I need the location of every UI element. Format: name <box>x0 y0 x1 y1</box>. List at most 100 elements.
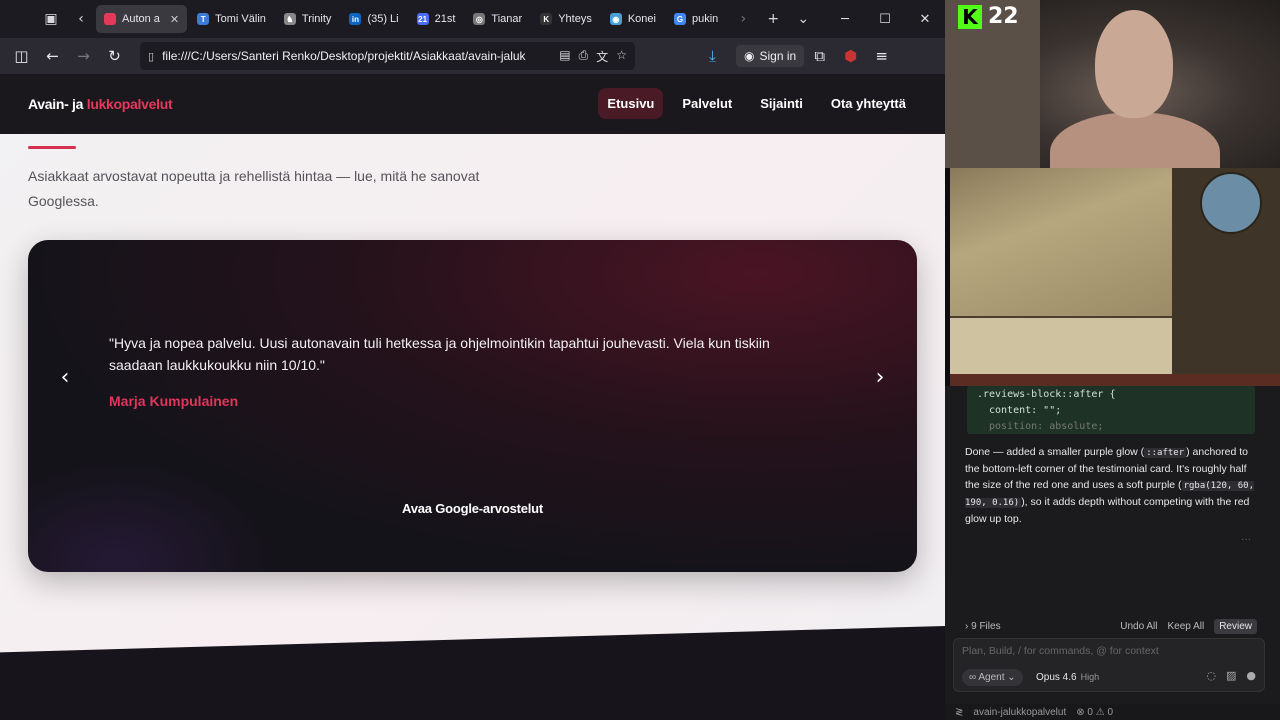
ublock-icon[interactable]: ⬢ <box>835 38 866 74</box>
undo-all-button[interactable]: Undo All <box>1120 621 1157 632</box>
site-logo[interactable]: Avain- ja lukkopalvelut <box>28 96 173 112</box>
game-minimap[interactable] <box>1200 172 1262 234</box>
extensions-icon[interactable]: ⧉ <box>804 38 835 74</box>
browser-tab[interactable]: ♞ Trinity <box>276 5 340 33</box>
url-bar-actions: ▤ ⎙ 文 ☆ <box>559 48 627 65</box>
tab-label: 21st <box>434 13 456 25</box>
site-nav-item[interactable]: Sijainti <box>751 88 812 119</box>
menu-icon[interactable]: ≡ <box>866 38 897 74</box>
context-icon[interactable]: ◌ <box>1206 669 1216 682</box>
site-nav: Etusivu Palvelut Sijainti Ota yhteyttä <box>598 88 915 119</box>
sidebar-icon[interactable]: ◫ <box>6 38 37 74</box>
tab-favicon-icon: 21 <box>416 13 429 25</box>
logo-prefix: Avain- ja <box>28 96 87 112</box>
reload-icon[interactable]: ↻ <box>99 38 130 74</box>
tab-favicon-icon: T <box>197 13 210 25</box>
image-attach-icon[interactable]: ▨ <box>1226 669 1236 682</box>
problems-count[interactable]: ⊗ 0 ⚠ 0 <box>1076 707 1113 718</box>
next-review-arrow-icon[interactable]: › <box>866 363 894 391</box>
tab-list: Auton a ✕ T Tomi Välin ♞ Trinity in (35) Li 21 21… <box>96 5 728 33</box>
remote-icon[interactable]: ≷ <box>955 707 963 718</box>
browser-tab[interactable]: Auton a ✕ <box>96 5 188 33</box>
browser-toolbar: ◫ ← → ↻ ▯ file:///C:/Users/Santeri Renko… <box>0 38 945 74</box>
tab-label: Auton a <box>122 13 160 25</box>
game-viewport[interactable] <box>950 168 1172 316</box>
tab-label: (35) Li <box>367 13 399 25</box>
sign-in-label: Sign in <box>759 49 797 63</box>
screen: ▣ ‹ Auton a ✕ T Tomi Välin ♞ Trinity in (35) Li… <box>0 0 1280 720</box>
webcam-person-body <box>1050 112 1220 168</box>
keep-all-button[interactable]: Keep All <box>1168 621 1205 632</box>
tab-favicon-icon: ◉ <box>609 13 622 25</box>
tab-favicon-icon <box>104 13 116 25</box>
url-bar[interactable]: ▯ file:///C:/Users/Santeri Renko/Desktop… <box>140 42 635 70</box>
browser-tab[interactable]: 21 21st <box>409 5 464 33</box>
sign-in-button[interactable]: ◉ Sign in <box>736 45 805 67</box>
bookmark-star-icon[interactable]: ☆ <box>616 48 627 65</box>
url-text[interactable]: file:///C:/Users/Santeri Renko/Desktop/p… <box>162 49 526 63</box>
microphone-icon[interactable]: ● <box>1246 669 1256 682</box>
code-snippet: .reviews-block::after { content: ""; pos… <box>967 386 1255 434</box>
game-chatbox[interactable] <box>950 316 1172 374</box>
tab-bar: ▣ ‹ Auton a ✕ T Tomi Välin ♞ Trinity in (35) Li… <box>0 0 945 38</box>
site-nav-item[interactable]: Palvelut <box>673 88 741 119</box>
download-icon[interactable]: ⤓ <box>697 38 728 74</box>
close-tab-icon[interactable]: ✕ <box>170 13 179 26</box>
back-icon[interactable]: ← <box>37 38 68 74</box>
site-header: Avain- ja lukkopalvelut Etusivu Palvelut S… <box>0 74 945 134</box>
browser-tab[interactable]: ◉ Konei <box>602 5 664 33</box>
site-nav-item[interactable]: Etusivu <box>598 88 664 119</box>
close-window-icon[interactable]: ✕ <box>905 0 945 38</box>
testimonial-card: ‹ "Hyva ja nopea palvelu. Uusi autonavai… <box>28 240 917 572</box>
message-code: ::after <box>1144 448 1187 458</box>
tab-scroll-left-icon[interactable]: ‹ <box>66 0 96 38</box>
browser-tab[interactable]: Gpukin <box>666 5 726 33</box>
tab-list-dropdown-icon[interactable]: ⌄ <box>788 0 818 38</box>
maximize-icon[interactable]: ☐ <box>865 0 905 38</box>
open-google-reviews-link[interactable]: Avaa Google-arvostelut <box>402 501 543 516</box>
game-chat-tabs[interactable] <box>950 374 1280 386</box>
agent-mode-label: Agent <box>978 672 1005 683</box>
forward-icon[interactable]: → <box>68 38 99 74</box>
browser-tab[interactable]: in (35) Li <box>341 5 406 33</box>
changed-files-toggle[interactable]: › 9 Files <box>965 621 1001 632</box>
tab-scroll-right-icon[interactable]: › <box>728 0 758 38</box>
tab-label: Trinity <box>301 13 332 25</box>
chat-input-placeholder[interactable]: Plan, Build, / for commands, @ for conte… <box>962 645 1159 657</box>
changes-actions: Undo All Keep All Review <box>1120 618 1257 634</box>
save-page-icon[interactable]: ⎙ <box>579 48 589 65</box>
reviews-lead-text: Asiakkaat arvostavat nopeutta ja rehelli… <box>28 168 480 209</box>
changed-files-bar: › 9 Files Undo All Keep All Review <box>965 618 1257 634</box>
minimize-icon[interactable]: ─ <box>825 0 865 38</box>
tab-label: Tomi Välin <box>215 13 266 25</box>
tab-favicon-icon: ◎ <box>473 13 486 25</box>
tab-label: Konei <box>627 13 656 25</box>
tab-favicon-icon: K <box>540 13 553 25</box>
more-options-icon[interactable]: ··· <box>1241 534 1251 545</box>
window-controls: ─ ☐ ✕ <box>825 0 945 38</box>
browser-tab[interactable]: ◎ Tianar <box>465 5 530 33</box>
webcam-person-head <box>1095 10 1173 118</box>
agent-mode-dropdown[interactable]: ∞ Agent ⌄ <box>962 669 1023 686</box>
site-nav-item[interactable]: Ota yhteyttä <box>822 88 915 119</box>
previous-review-arrow-icon[interactable]: ‹ <box>51 363 79 391</box>
code-editor-panel: .reviews-block::after { content: ""; pos… <box>945 386 1280 720</box>
chat-input-box[interactable]: Plan, Build, / for commands, @ for conte… <box>953 638 1265 692</box>
account-icon: ◉ <box>744 49 755 63</box>
reader-view-icon[interactable]: ▤ <box>559 48 570 65</box>
model-selector[interactable]: Opus 4.6 High <box>1036 672 1099 683</box>
footer-band <box>0 626 945 720</box>
review-button[interactable]: Review <box>1214 618 1257 634</box>
web-page: Avain- ja lukkopalvelut Etusivu Palvelut S… <box>0 74 945 720</box>
browser-tab[interactable]: K Yhteys <box>532 5 600 33</box>
new-tab-icon[interactable]: + <box>758 0 788 38</box>
project-name[interactable]: avain-jalukkopalvelut <box>973 707 1066 718</box>
agent-message: Done — added a smaller purple glow (::af… <box>965 444 1257 527</box>
translate-icon[interactable]: 文 <box>596 48 608 65</box>
review-quote: "Hyva ja nopea palvelu. Uusi autonavain … <box>109 335 770 373</box>
code-line: position: absolute; <box>989 421 1104 432</box>
model-name: Opus 4.6 <box>1036 672 1077 683</box>
review-author: Marja Kumpulainen <box>109 393 239 409</box>
browser-tab[interactable]: T Tomi Välin <box>189 5 274 33</box>
tab-groups-icon[interactable]: ▣ <box>36 0 66 38</box>
